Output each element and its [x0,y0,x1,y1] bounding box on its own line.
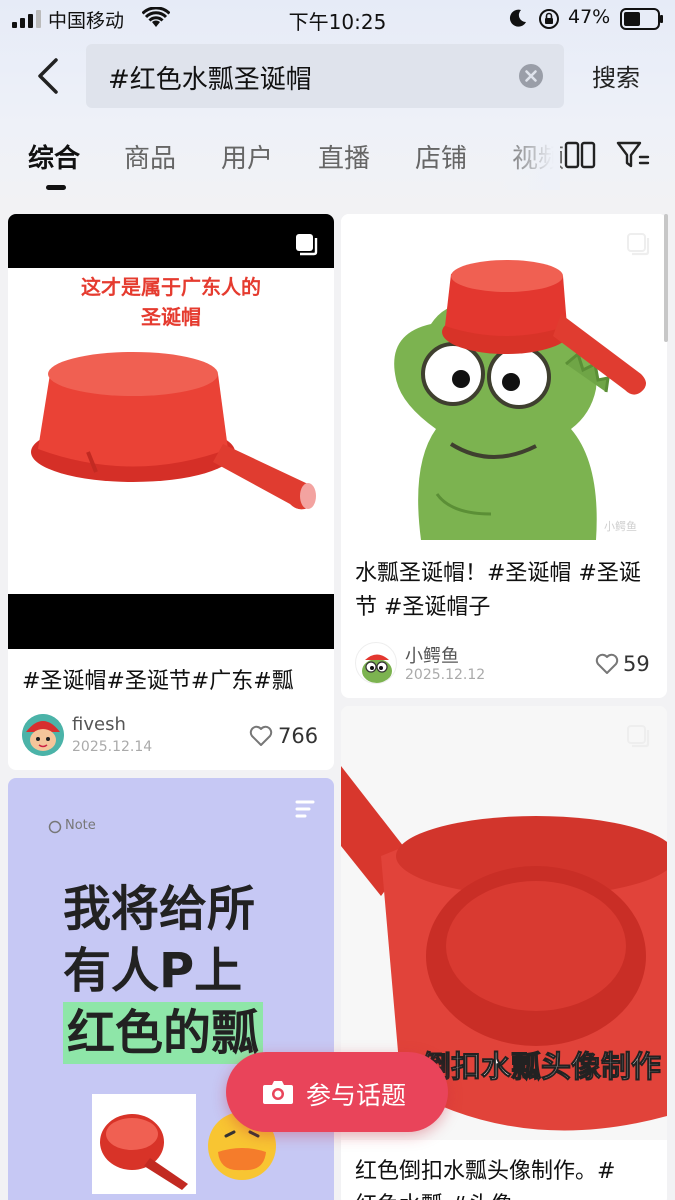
tab-shops[interactable]: 店铺 [415,138,467,175]
tab-live[interactable]: 直播 [318,138,370,175]
ladle-photo [92,1094,196,1194]
like-count: 59 [623,652,650,676]
join-topic-button[interactable]: 参与话题 [226,1052,448,1132]
scrollbar[interactable] [664,214,668,342]
filter-icon[interactable] [616,140,650,170]
status-bar: 中国移动 下午10:25 47% [0,0,675,38]
battery-percent: 47% [568,6,611,28]
multi-image-icon [296,234,318,256]
battery-icon [620,8,663,30]
letterbox-top [8,214,334,268]
search-input[interactable]: #红色水瓢圣诞帽 [86,44,564,108]
join-topic-label: 参与话题 [306,1081,407,1110]
multi-image-icon [627,233,650,256]
post-card[interactable]: Note 我将给所 有人P上 红色的瓢 [8,778,334,1200]
back-button[interactable] [28,52,68,100]
avatar-image [362,654,392,683]
image-text-line-3: 红色的瓢 [63,1002,264,1064]
grid-layout-icon[interactable] [564,140,596,170]
image-watermark: 小鳄鱼 [604,519,637,533]
avatar[interactable] [22,714,64,756]
heart-icon[interactable] [595,653,619,675]
letterbox-bottom [8,594,334,649]
image-caption: 这才是属于广东人的 圣诞帽 [81,275,261,329]
camera-icon [263,1081,293,1104]
image-text-line-2: 有人P上 [63,943,243,999]
ladle-illustration [31,352,316,510]
clear-icon[interactable] [518,63,544,89]
post-image: Note 我将给所 有人P上 红色的瓢 [8,778,334,1200]
post-title: 红色倒扣水瓢头像制作。# [355,1159,616,1184]
post-image: 这才是属于广东人的 圣诞帽 [8,214,334,649]
tab-users[interactable]: 用户 [221,138,273,175]
avatar[interactable] [355,642,397,684]
post-title: #圣诞帽#圣诞节#广东#瓢 [22,669,294,694]
post-title-line-2: 红色水瓢 #头像 [355,1189,660,1200]
rotation-lock-icon [539,9,559,29]
tab-products[interactable]: 商品 [124,138,176,175]
post-date: 2025.12.12 [405,667,486,683]
note-circle-icon [48,820,62,834]
frog-with-ladle-illustration: 小鳄鱼 [341,214,667,540]
image-text: 我将给所 有人P上 红色的瓢 [63,878,264,1064]
post-date: 2025.12.14 [72,739,153,755]
chevron-left-icon [38,58,58,94]
tab-overflow-fade [500,130,560,190]
active-tab-indicator [46,185,66,190]
search-query-text: #红色水瓢圣诞帽 [108,65,312,95]
tab-comprehensive[interactable]: 综合 [28,138,80,175]
image-text-line-1: 我将给所 [63,881,256,937]
post-card[interactable]: 这才是属于广东人的 圣诞帽 #圣诞帽#圣诞节#广东#瓢 fivesh 2025.… [8,214,334,770]
post-card[interactable]: 小鳄鱼 水瓢圣诞帽！#圣诞帽 #圣诞节 #圣诞帽子 小鳄鱼 2025.12.12… [341,214,667,698]
author-name[interactable]: 小鳄鱼 [405,642,459,668]
multi-image-icon [627,725,650,748]
like-count: 766 [278,724,319,748]
author-name[interactable]: fivesh [72,714,126,735]
menu-lines-icon [295,800,315,818]
avatar-image [22,714,64,756]
post-title: 水瓢圣诞帽！#圣诞帽 #圣诞节 #圣诞帽子 [355,561,641,620]
note-tag: Note [65,818,96,833]
moon-icon [509,9,526,27]
heart-icon[interactable] [249,725,273,747]
search-button[interactable]: 搜索 [592,58,640,93]
post-image: 小鳄鱼 [341,214,667,540]
